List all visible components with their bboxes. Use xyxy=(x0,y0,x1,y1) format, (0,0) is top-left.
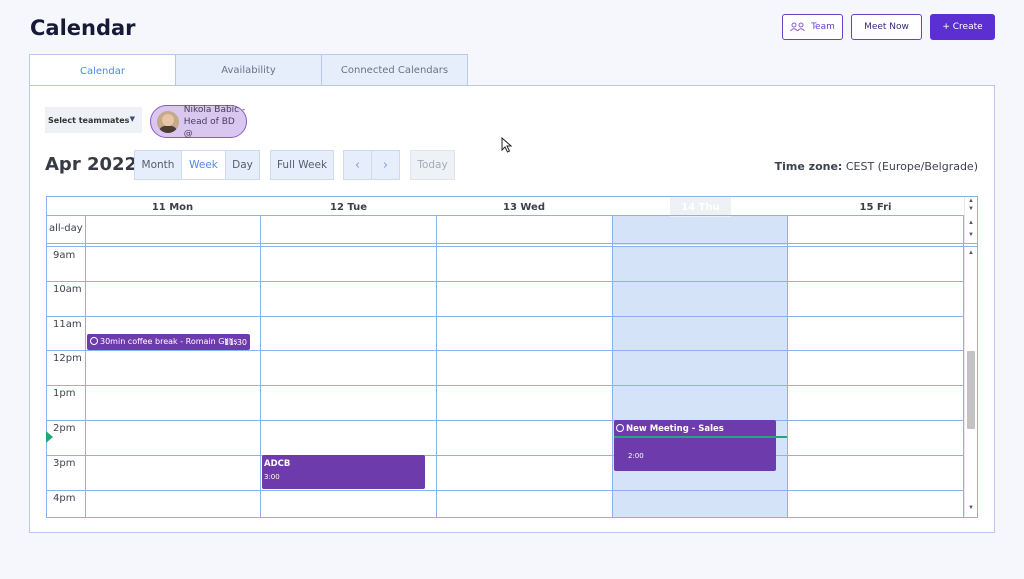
event-title: 30min coffee break - Romain Gillis xyxy=(100,337,238,346)
create-button[interactable]: + Create xyxy=(930,14,995,40)
grid-line xyxy=(260,215,261,517)
select-teammates-label: Select teammates xyxy=(48,115,130,125)
grid-line xyxy=(47,246,977,247)
prev-week-button[interactable]: ‹ xyxy=(343,150,372,180)
grid-line xyxy=(47,350,964,351)
today-allday-highlight xyxy=(613,215,788,245)
event-adcb[interactable]: ADCB 3:00 xyxy=(262,455,425,489)
scroll-up-icon: ▲ xyxy=(968,220,974,226)
scroll-up-icon: ▲ xyxy=(968,250,974,256)
day-header-thu[interactable]: 14 Thu xyxy=(670,197,731,217)
tab-connected-calendars[interactable]: Connected Calendars xyxy=(321,54,468,86)
page-title: Calendar xyxy=(30,16,136,40)
today-button[interactable]: Today xyxy=(410,150,455,180)
hour-label: 3pm xyxy=(53,458,76,469)
hour-label: 12pm xyxy=(53,353,82,364)
grid-line xyxy=(47,316,964,317)
grid-line xyxy=(47,420,964,421)
timezone-value: CEST (Europe/Belgrade) xyxy=(845,160,978,173)
team-button[interactable]: Team xyxy=(782,14,843,40)
today-column-highlight xyxy=(613,247,788,517)
avatar xyxy=(157,110,179,133)
month-view-button[interactable]: Month xyxy=(134,150,182,180)
tab-calendar[interactable]: Calendar xyxy=(29,54,176,87)
grid-line xyxy=(47,215,964,216)
grid-line xyxy=(47,243,977,244)
allday-scrollbar[interactable]: ▲ ▼ ▲ ▼ xyxy=(964,197,977,243)
full-week-button[interactable]: Full Week xyxy=(270,150,334,180)
day-header-tue[interactable]: 12 Tue xyxy=(261,197,436,217)
team-icon xyxy=(790,22,805,32)
grid-line xyxy=(436,215,437,517)
event-time: 11:30 xyxy=(223,338,247,347)
hour-label: 11am xyxy=(53,319,82,330)
grid-scrollbar[interactable]: ▲ ▼ xyxy=(964,247,977,517)
team-button-label: Team xyxy=(811,22,835,32)
scroll-thumb[interactable] xyxy=(967,351,975,429)
chevron-down-icon: ▼ xyxy=(129,115,135,123)
timezone-prefix: Time zone: xyxy=(774,160,843,173)
week-grid: 11 Mon 12 Tue 13 Wed 14 Thu 15 Fri all-d… xyxy=(46,196,978,518)
next-week-button[interactable]: › xyxy=(371,150,400,180)
clock-icon xyxy=(90,337,98,345)
chevron-left-icon: ‹ xyxy=(354,157,361,173)
hour-label: 9am xyxy=(53,250,76,261)
chevron-right-icon: › xyxy=(382,157,389,173)
grid-line xyxy=(85,215,86,517)
mouse-cursor-icon xyxy=(501,137,513,153)
teammate-chip-line1: Nikola Babic - xyxy=(183,104,246,115)
grid-line xyxy=(612,215,613,517)
hour-label: 4pm xyxy=(53,493,76,504)
scroll-down-icon: ▼ xyxy=(968,206,974,212)
teammate-chip-label: Nikola Babic - Head of BD @ xyxy=(184,104,246,140)
grid-line xyxy=(47,490,964,491)
event-time: 2:00 xyxy=(628,452,644,460)
allday-label: all-day xyxy=(49,223,83,234)
timezone-label: Time zone: CEST (Europe/Belgrade) xyxy=(775,160,978,173)
grid-line xyxy=(47,385,964,386)
event-title: New Meeting - Sales xyxy=(626,424,724,434)
day-view-button[interactable]: Day xyxy=(225,150,260,180)
clock-icon xyxy=(616,424,624,432)
meet-now-button[interactable]: Meet Now xyxy=(851,14,922,40)
scroll-down-icon: ▼ xyxy=(968,232,974,238)
hour-label: 2pm xyxy=(53,423,76,434)
current-time-marker xyxy=(46,431,53,443)
grid-line xyxy=(47,455,964,456)
current-month-label: Apr 2022 xyxy=(45,154,138,175)
event-new-meeting[interactable]: New Meeting - Sales 2:00 xyxy=(614,420,776,471)
current-time-line xyxy=(614,436,787,438)
teammate-chip[interactable]: Nikola Babic - Head of BD @ xyxy=(150,104,247,140)
event-time: 3:00 xyxy=(264,473,280,481)
grid-line xyxy=(787,215,788,517)
week-view-button[interactable]: Week xyxy=(181,150,226,180)
tab-availability[interactable]: Availability xyxy=(175,54,322,86)
teammate-chip-line2: Head of BD @ xyxy=(183,116,235,139)
grid-line xyxy=(47,281,964,282)
tab-bar: Calendar Availability Connected Calendar… xyxy=(29,54,468,87)
scroll-down-icon: ▼ xyxy=(968,505,974,511)
day-header-fri[interactable]: 15 Fri xyxy=(788,197,963,217)
hour-label: 1pm xyxy=(53,388,76,399)
event-title: ADCB xyxy=(264,459,291,469)
event-coffee-break[interactable]: 30min coffee break - Romain Gillis 11:30 xyxy=(87,334,250,350)
select-teammates-dropdown[interactable]: Select teammates ▼ xyxy=(45,107,142,133)
hour-label: 10am xyxy=(53,284,82,295)
scroll-up-icon: ▲ xyxy=(968,198,974,204)
day-header-mon[interactable]: 11 Mon xyxy=(85,197,260,217)
day-header-wed[interactable]: 13 Wed xyxy=(436,197,612,217)
view-switcher: Month Week Day xyxy=(134,150,260,180)
